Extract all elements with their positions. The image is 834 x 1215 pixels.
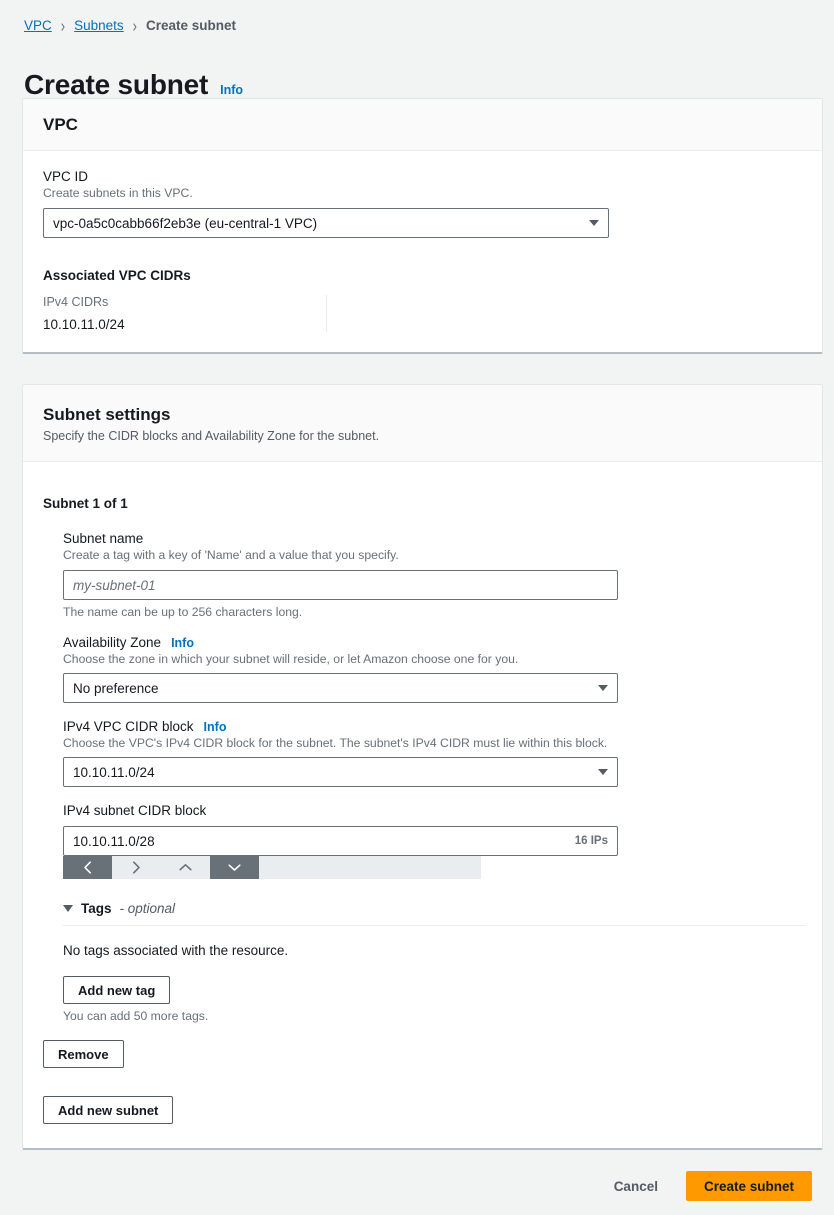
tags-title: Tags	[81, 901, 112, 916]
subnet-settings-card: Subnet settings Specify the CIDR blocks …	[22, 384, 823, 1150]
vpc-id-description: Create subnets in this VPC.	[43, 186, 802, 200]
page-title: Create subnet	[24, 69, 208, 101]
cidr-previous-button[interactable]	[63, 856, 112, 879]
tags-section: Tags - optional No tags associated with …	[63, 901, 806, 1023]
ipv4-cidrs-column-value: 10.10.11.0/24	[43, 317, 308, 332]
tags-limit-hint: You can add 50 more tags.	[63, 1009, 806, 1023]
subnet-settings-title: Subnet settings	[43, 405, 802, 425]
ipv4-vpc-cidr-selected-value: 10.10.11.0/24	[73, 765, 155, 780]
subnet-fields: Subnet name Create a tag with a key of '…	[63, 531, 802, 1023]
cidr-stepper-toolbar	[63, 856, 481, 879]
ipv4-subnet-cidr-input[interactable]: 10.10.11.0/28 16 IPs	[63, 826, 618, 856]
vpc-id-select[interactable]: vpc-0a5c0cabb66f2eb3e (eu-central-1 VPC)	[43, 208, 609, 238]
ipv4-subnet-cidr-block-field: IPv4 subnet CIDR block 10.10.11.0/28 16 …	[63, 803, 802, 879]
cidr-stepper-track	[259, 856, 481, 879]
availability-zone-selected-value: No preference	[73, 681, 159, 696]
availability-zone-label-row: Availability Zone Info	[63, 635, 802, 650]
associated-vpc-cidrs-heading: Associated VPC CIDRs	[43, 268, 802, 283]
subnet-name-placeholder: my-subnet-01	[73, 578, 156, 593]
ipv4-subnet-cidr-ip-count: 16 IPs	[575, 835, 608, 847]
availability-zone-field: Availability Zone Info Choose the zone i…	[63, 635, 802, 703]
vpc-id-selected-value: vpc-0a5c0cabb66f2eb3e (eu-central-1 VPC)	[53, 216, 317, 231]
associated-cidrs-table: IPv4 CIDRs 10.10.11.0/24	[43, 295, 802, 332]
vpc-card-header: VPC	[23, 99, 822, 151]
ipv4-vpc-cidr-label: IPv4 VPC CIDR block	[63, 719, 194, 734]
add-new-subnet-button[interactable]: Add new subnet	[43, 1096, 173, 1124]
subnet-name-hint: The name can be up to 256 characters lon…	[63, 605, 802, 619]
ipv4-cidrs-column: IPv4 CIDRs 10.10.11.0/24	[43, 295, 327, 332]
breadcrumb-separator-icon: ›	[61, 17, 65, 35]
chevron-down-icon	[589, 220, 599, 226]
associated-vpc-cidrs-section: Associated VPC CIDRs IPv4 CIDRs 10.10.11…	[43, 268, 802, 332]
cidr-next-button[interactable]	[112, 856, 161, 879]
create-subnet-button[interactable]: Create subnet	[686, 1171, 812, 1201]
breadcrumb-item-vpc[interactable]: VPC	[24, 18, 52, 33]
subnet-name-label: Subnet name	[63, 531, 802, 546]
chevron-down-icon[interactable]	[63, 905, 73, 912]
cidr-increase-button[interactable]	[161, 856, 210, 879]
chevron-down-icon	[598, 769, 608, 775]
vpc-card-title: VPC	[43, 115, 802, 135]
availability-zone-description: Choose the zone in which your subnet wil…	[63, 652, 802, 666]
ipv4-vpc-cidr-select[interactable]: 10.10.11.0/24	[63, 757, 618, 787]
ipv4-subnet-cidr-value: 10.10.11.0/28	[73, 834, 155, 849]
breadcrumb: VPC › Subnets › Create subnet	[24, 18, 236, 33]
subnet-name-field: Subnet name Create a tag with a key of '…	[63, 531, 802, 619]
ipv4-cidrs-column-header: IPv4 CIDRs	[43, 295, 308, 309]
subnet-name-description: Create a tag with a key of 'Name' and a …	[63, 548, 802, 562]
availability-zone-select[interactable]: No preference	[63, 673, 618, 703]
vpc-id-label: VPC ID	[43, 169, 802, 184]
breadcrumb-item-current: Create subnet	[146, 18, 236, 33]
breadcrumb-item-subnets[interactable]: Subnets	[74, 18, 124, 33]
vpc-card-body: VPC ID Create subnets in this VPC. vpc-0…	[23, 151, 822, 352]
vpc-id-field: VPC ID Create subnets in this VPC. vpc-0…	[43, 169, 802, 238]
subnet-name-input[interactable]: my-subnet-01	[63, 570, 618, 600]
ipv4-vpc-cidr-info-link[interactable]: Info	[204, 720, 227, 734]
tags-empty-message: No tags associated with the resource.	[63, 943, 806, 958]
subnet-index-label: Subnet 1 of 1	[43, 496, 802, 511]
availability-zone-label: Availability Zone	[63, 635, 161, 650]
create-subnet-page: VPC › Subnets › Create subnet Create sub…	[0, 0, 834, 1215]
subnet-settings-header: Subnet settings Specify the CIDR blocks …	[23, 385, 822, 462]
cancel-button[interactable]: Cancel	[608, 1178, 664, 1195]
ipv6-cidrs-column	[327, 295, 345, 332]
tags-header: Tags - optional	[63, 901, 806, 926]
tags-optional-label: - optional	[120, 901, 176, 916]
add-new-tag-button[interactable]: Add new tag	[63, 976, 170, 1004]
ipv4-subnet-cidr-label: IPv4 subnet CIDR block	[63, 803, 802, 818]
availability-zone-info-link[interactable]: Info	[171, 636, 194, 650]
ipv4-vpc-cidr-block-field: IPv4 VPC CIDR block Info Choose the VPC'…	[63, 719, 802, 787]
add-subnet-row: Add new subnet	[43, 1096, 802, 1124]
vpc-card: VPC VPC ID Create subnets in this VPC. v…	[22, 98, 823, 354]
footer-actions: Cancel Create subnet	[608, 1171, 812, 1201]
ipv4-vpc-cidr-label-row: IPv4 VPC CIDR block Info	[63, 719, 802, 734]
cidr-decrease-button[interactable]	[210, 856, 259, 879]
subnet-settings-subtitle: Specify the CIDR blocks and Availability…	[43, 429, 802, 443]
ipv4-vpc-cidr-description: Choose the VPC's IPv4 CIDR block for the…	[63, 736, 802, 750]
subnet-settings-body: Subnet 1 of 1 Subnet name Create a tag w…	[23, 462, 822, 1144]
breadcrumb-separator-icon: ›	[133, 17, 137, 35]
chevron-down-icon	[598, 685, 608, 691]
page-title-info-link[interactable]: Info	[220, 83, 243, 97]
remove-subnet-button[interactable]: Remove	[43, 1040, 124, 1068]
